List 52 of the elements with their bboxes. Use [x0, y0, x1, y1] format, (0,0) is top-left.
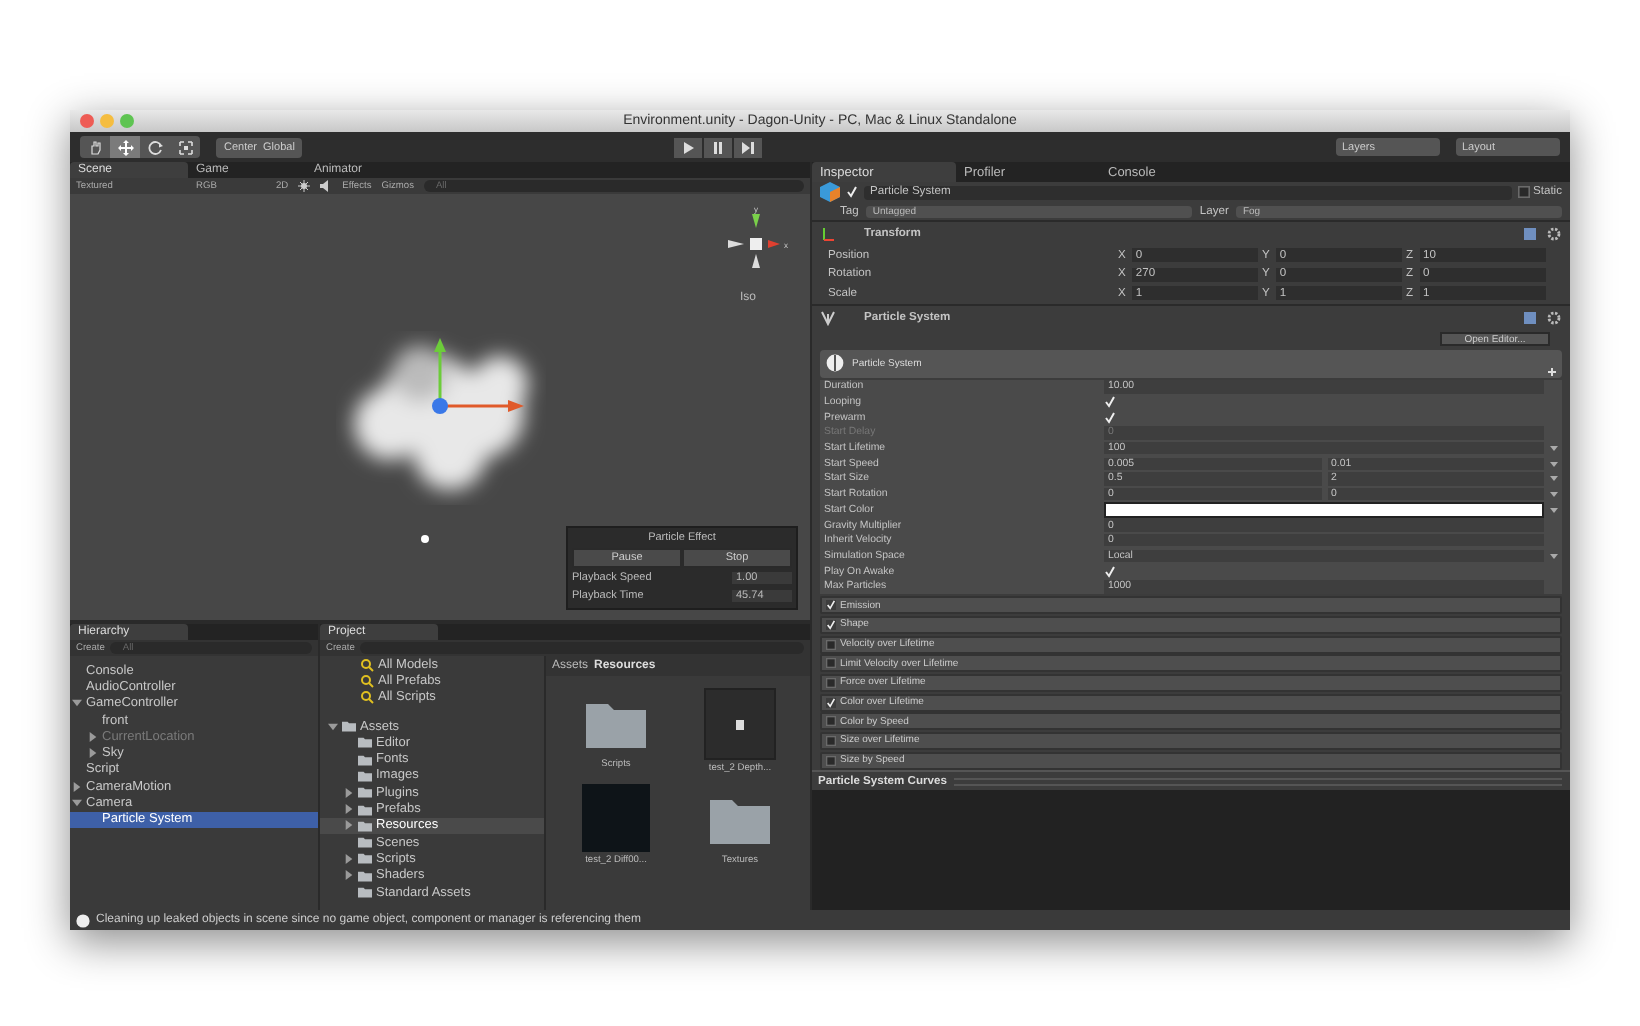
rotate-icon	[147, 139, 163, 155]
search-field[interactable]	[360, 642, 804, 654]
step-button[interactable]	[734, 137, 763, 157]
settings-icon[interactable]	[1546, 309, 1562, 325]
particles-icon	[820, 309, 836, 325]
collapsed-arrow-icon[interactable]	[344, 820, 354, 831]
collapsed-arrow-icon[interactable]	[344, 870, 354, 881]
checkmark-icon[interactable]	[826, 619, 836, 630]
play-button[interactable]	[674, 137, 703, 157]
checkmark-icon[interactable]	[1104, 396, 1116, 409]
empty-checkbox-icon[interactable]	[1517, 186, 1529, 198]
pause-icon	[712, 141, 725, 153]
collapsed-arrow-icon[interactable]	[344, 787, 354, 798]
checkmark-icon[interactable]	[846, 186, 858, 198]
empty-checkbox-icon[interactable]	[826, 658, 836, 669]
empty-checkbox-icon[interactable]	[826, 639, 836, 650]
image-thumbnail[interactable]	[582, 784, 650, 852]
texture-thumbnail[interactable]	[704, 688, 776, 760]
empty-checkbox-icon[interactable]	[826, 755, 836, 766]
checkmark-icon[interactable]	[1104, 565, 1116, 578]
checkmark-icon[interactable]	[1104, 411, 1116, 424]
color-swatch[interactable]	[1104, 501, 1544, 518]
empty-checkbox-icon[interactable]	[826, 677, 836, 688]
empty-checkbox-icon[interactable]	[826, 716, 836, 727]
move-arrows-icon	[117, 139, 133, 155]
collapsed-arrow-icon[interactable]	[344, 804, 354, 815]
expanded-arrow-icon[interactable]	[72, 698, 82, 709]
hand-icon	[87, 139, 103, 155]
settings-icon[interactable]	[1546, 226, 1562, 242]
transform-axes-icon	[820, 226, 836, 242]
expanded-arrow-icon[interactable]	[72, 798, 82, 809]
info-icon	[76, 913, 90, 927]
light-icon[interactable]	[420, 534, 430, 544]
play-icon	[682, 141, 695, 153]
collapsed-arrow-icon[interactable]	[72, 781, 82, 792]
dropdown-arrow-icon[interactable]	[1550, 551, 1558, 560]
checkmark-icon[interactable]	[826, 697, 836, 708]
collapsed-arrow-icon[interactable]	[88, 731, 98, 742]
particle-system-icon	[826, 354, 844, 372]
pause-button[interactable]	[704, 137, 733, 157]
plus-icon[interactable]	[1548, 367, 1556, 375]
expanded-arrow-icon[interactable]	[328, 721, 338, 732]
empty-checkbox-icon[interactable]	[826, 735, 836, 746]
close-button[interactable]	[80, 114, 94, 128]
cube-icon	[820, 182, 840, 202]
step-icon	[742, 141, 755, 153]
sun-icon[interactable]	[298, 180, 311, 192]
scale-icon	[177, 139, 193, 155]
checkmark-icon[interactable]	[826, 600, 836, 611]
collapsed-arrow-icon[interactable]	[88, 748, 98, 759]
collapsed-arrow-icon[interactable]	[344, 853, 354, 864]
tool-button[interactable]	[110, 136, 140, 158]
